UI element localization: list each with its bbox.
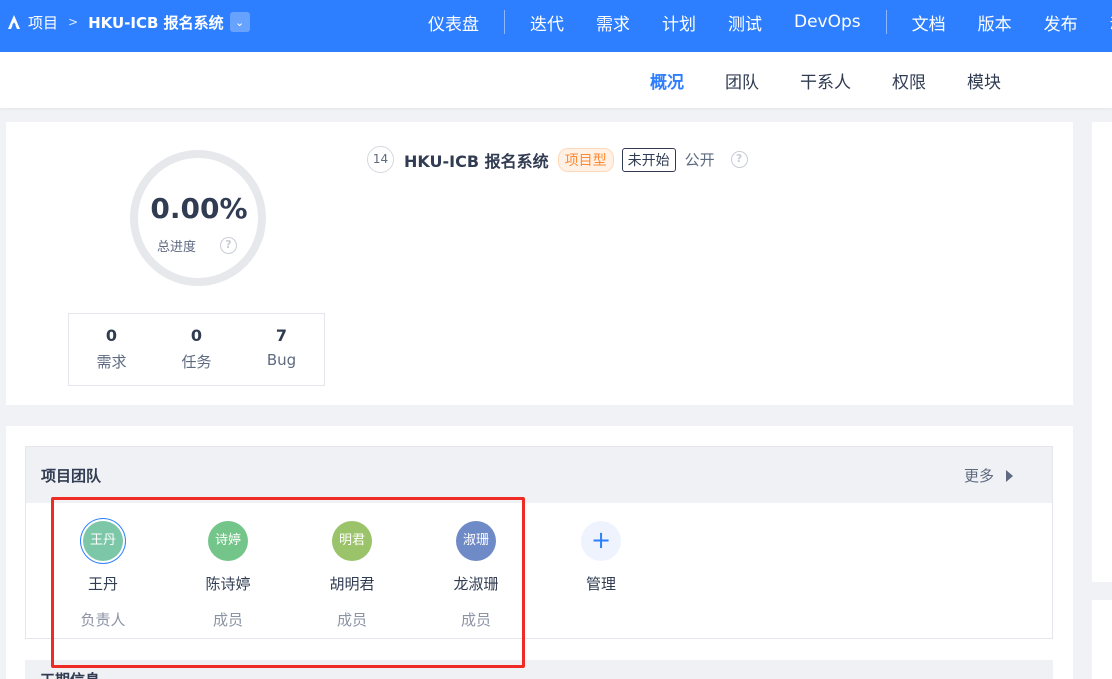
- nav-dashboard[interactable]: 仪表盘: [412, 10, 495, 35]
- nav-overflow-item[interactable]: 动: [1094, 10, 1112, 35]
- team-card: 项目团队 更多 王丹 王丹 负责人 诗婷 陈诗婷 成员 明君 胡明君 成员 淑珊…: [6, 426, 1073, 679]
- tab-stakeholders[interactable]: 干系人: [800, 68, 851, 93]
- tab-modules[interactable]: 模块: [967, 68, 1001, 93]
- breadcrumb: 项目 > HKU-ICB 报名系统 ⌄: [6, 0, 250, 44]
- top-navbar: 项目 > HKU-ICB 报名系统 ⌄ 仪表盘 迭代 需求 计划 测试 DevO…: [0, 0, 1112, 52]
- member-name: 王丹: [87, 575, 118, 593]
- team-member[interactable]: 淑珊 龙淑珊 成员: [431, 521, 521, 630]
- progress-label: 总进度: [157, 240, 197, 255]
- main-nav: 仪表盘 迭代 需求 计划 测试 DevOps 文档 版本 发布 动: [412, 0, 1112, 44]
- team-panel: 项目团队 更多 王丹 王丹 负责人 诗婷 陈诗婷 成员 明君 胡明君 成员 淑珊…: [25, 446, 1053, 639]
- project-id: 14: [367, 146, 394, 173]
- team-member[interactable]: 明君 胡明君 成员: [307, 521, 397, 630]
- project-name: HKU-ICB 报名系统: [404, 151, 549, 171]
- schedule-title: 工期信息: [40, 669, 100, 679]
- more-link[interactable]: 更多: [964, 465, 1014, 486]
- nav-devops[interactable]: DevOps: [778, 12, 877, 32]
- team-member[interactable]: 诗婷 陈诗婷 成员: [183, 521, 273, 630]
- product-name[interactable]: HKU-ICB 报名系统: [88, 12, 224, 33]
- stat-bugs[interactable]: 7 Bug: [239, 314, 324, 385]
- member-name: 陈诗婷: [205, 575, 251, 593]
- member-name: 胡明君: [329, 575, 375, 593]
- side-panel: [1092, 122, 1112, 582]
- project-info: 14 HKU-ICB 报名系统 项目型 未开始 公开 ?: [367, 146, 748, 173]
- team-header: 项目团队 更多: [26, 447, 1052, 503]
- member-role: 成员: [460, 611, 491, 629]
- nav-requirement[interactable]: 需求: [580, 10, 646, 35]
- side-panel: [1092, 600, 1112, 679]
- sub-nav: 概况 团队 干系人 权限 模块: [0, 52, 1112, 108]
- nav-docs[interactable]: 文档: [896, 10, 962, 35]
- more-label: 更多: [964, 467, 995, 485]
- nav-divider: [504, 10, 505, 34]
- member-role: 成员: [336, 611, 367, 629]
- member-name: 龙淑珊: [453, 575, 499, 593]
- stat-tasks[interactable]: 0 任务: [154, 314, 239, 385]
- avatar: 诗婷: [208, 521, 248, 561]
- member-role: 成员: [212, 611, 243, 629]
- tab-team[interactable]: 团队: [725, 68, 759, 93]
- stat-label: 任务: [181, 353, 212, 371]
- nav-divider: [885, 10, 887, 34]
- caret-right-icon: [1006, 469, 1014, 482]
- nav-publish[interactable]: 发布: [1028, 10, 1094, 35]
- stat-value: 7: [275, 326, 288, 345]
- nav-test[interactable]: 测试: [712, 10, 778, 35]
- stat-value: 0: [190, 326, 203, 345]
- plus-icon: +: [581, 521, 621, 561]
- nav-plan[interactable]: 计划: [646, 10, 712, 35]
- member-role: 负责人: [80, 611, 126, 629]
- nav-release-version[interactable]: 版本: [962, 10, 1028, 35]
- tab-permissions[interactable]: 权限: [892, 68, 926, 93]
- question-icon[interactable]: ?: [730, 151, 748, 168]
- avatar: 王丹: [83, 521, 123, 561]
- stat-requirements[interactable]: 0 需求: [69, 314, 154, 385]
- manage-team-button[interactable]: + 管理: [556, 521, 646, 594]
- overview-card: 0.00% 总进度 ? 0 需求 0 任务 7 Bug 14 HKU-ICB 报…: [6, 122, 1073, 405]
- progress-value: 0.00%: [150, 192, 248, 225]
- chevron-right-icon: >: [68, 15, 79, 29]
- team-member[interactable]: 王丹 王丹 负责人: [58, 521, 148, 630]
- stat-value: 0: [105, 326, 118, 345]
- team-title: 项目团队: [41, 467, 102, 485]
- tab-overview[interactable]: 概况: [650, 68, 684, 93]
- schedule-header: 工期信息: [25, 660, 1053, 679]
- nav-iteration[interactable]: 迭代: [514, 10, 580, 35]
- status-badge: 未开始: [621, 147, 676, 172]
- manage-label: 管理: [585, 575, 616, 593]
- stat-label: Bug: [266, 351, 297, 369]
- avatar: 明君: [332, 521, 372, 561]
- project-logo-icon: [6, 14, 22, 30]
- stat-label: 需求: [96, 353, 127, 371]
- visibility-label: 公开: [684, 151, 715, 169]
- project-type-badge: 项目型: [557, 147, 614, 172]
- chevron-down-icon[interactable]: ⌄: [229, 12, 250, 32]
- question-icon[interactable]: ?: [220, 237, 237, 254]
- module-label[interactable]: 项目: [28, 12, 58, 33]
- stats-panel: 0 需求 0 任务 7 Bug: [68, 313, 325, 386]
- avatar: 淑珊: [456, 521, 496, 561]
